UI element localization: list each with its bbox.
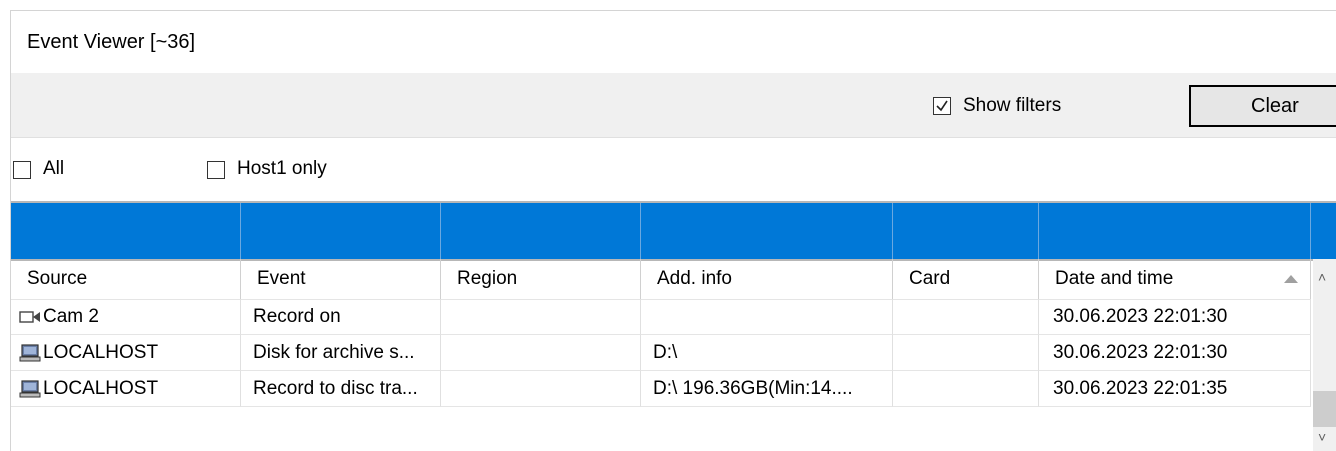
title-bar: Event Viewer [~36] [11,11,1336,73]
cell-source: LOCALHOST [11,371,241,407]
source-label: LOCALHOST [43,342,159,363]
sort-ascending-icon [1284,275,1298,283]
filter-cell-card[interactable] [893,203,1039,259]
cell-region [441,335,641,371]
column-header-region[interactable]: Region [441,259,641,299]
table-header: Source Event Region Add. info Card Date … [11,259,1311,300]
column-header-add-info[interactable]: Add. info [641,259,893,299]
cell-datetime: 30.06.2023 22:01:35 [1039,371,1311,407]
cell-card [893,335,1039,371]
cell-card [893,299,1039,335]
cell-event: Record on [241,299,441,335]
clear-button[interactable]: Clear [1189,85,1336,127]
vertical-scrollbar[interactable]: ˄ ˅ [1313,259,1336,451]
column-header-source[interactable]: Source [11,259,241,299]
table-row[interactable]: LOCALHOST Record to disc tra... D:\ 196.… [11,371,1311,407]
filter-bar: All Host1 only [11,138,1336,198]
filter-cell-datetime[interactable] [1039,203,1311,259]
computer-icon [19,344,41,362]
scroll-up-icon[interactable]: ˄ [1318,269,1326,285]
filter-cell-region[interactable] [441,203,641,259]
source-label: Cam 2 [43,306,99,327]
column-header-card[interactable]: Card [893,259,1039,299]
show-filters-checkbox[interactable] [933,97,951,115]
all-label[interactable]: All [43,158,64,180]
column-header-datetime[interactable]: Date and time [1039,259,1311,299]
filter-cell-source[interactable] [11,203,241,259]
cell-event: Disk for archive s... [241,335,441,371]
column-header-datetime-label: Date and time [1055,268,1174,289]
cell-card [893,371,1039,407]
cell-region [441,299,641,335]
cell-datetime: 30.06.2023 22:01:30 [1039,335,1311,371]
table-row[interactable]: Cam 2 Record on 30.06.2023 22:01:30 [11,299,1311,335]
source-label: LOCALHOST [43,378,159,399]
cell-region [441,371,641,407]
all-checkbox[interactable] [13,161,31,179]
scrollbar-thumb[interactable] [1313,391,1336,427]
host1-only-label[interactable]: Host1 only [237,158,327,180]
window-title: Event Viewer [~36] [27,31,196,53]
cell-event: Record to disc tra... [241,371,441,407]
cell-source: LOCALHOST [11,335,241,371]
table-row[interactable]: LOCALHOST Disk for archive s... D:\ 30.0… [11,335,1311,371]
scroll-down-icon[interactable]: ˅ [1318,429,1326,445]
cell-add-info: D:\ 196.36GB(Min:14.... [641,371,893,407]
event-viewer-window: Event Viewer [~36] Show filters Clear Al… [10,10,1336,451]
toolbar: Show filters Clear [11,73,1336,138]
show-filters-label[interactable]: Show filters [963,95,1061,117]
cell-source: Cam 2 [11,299,241,335]
filter-cell-add-info[interactable] [641,203,893,259]
cell-datetime: 30.06.2023 22:01:30 [1039,299,1311,335]
cell-add-info [641,299,893,335]
computer-icon [19,380,41,398]
cell-add-info: D:\ [641,335,893,371]
checkmark-icon [936,100,948,112]
column-header-event[interactable]: Event [241,259,441,299]
column-filter-row [11,201,1336,261]
host1-only-checkbox[interactable] [207,161,225,179]
camera-icon [19,311,40,323]
filter-cell-event[interactable] [241,203,441,259]
